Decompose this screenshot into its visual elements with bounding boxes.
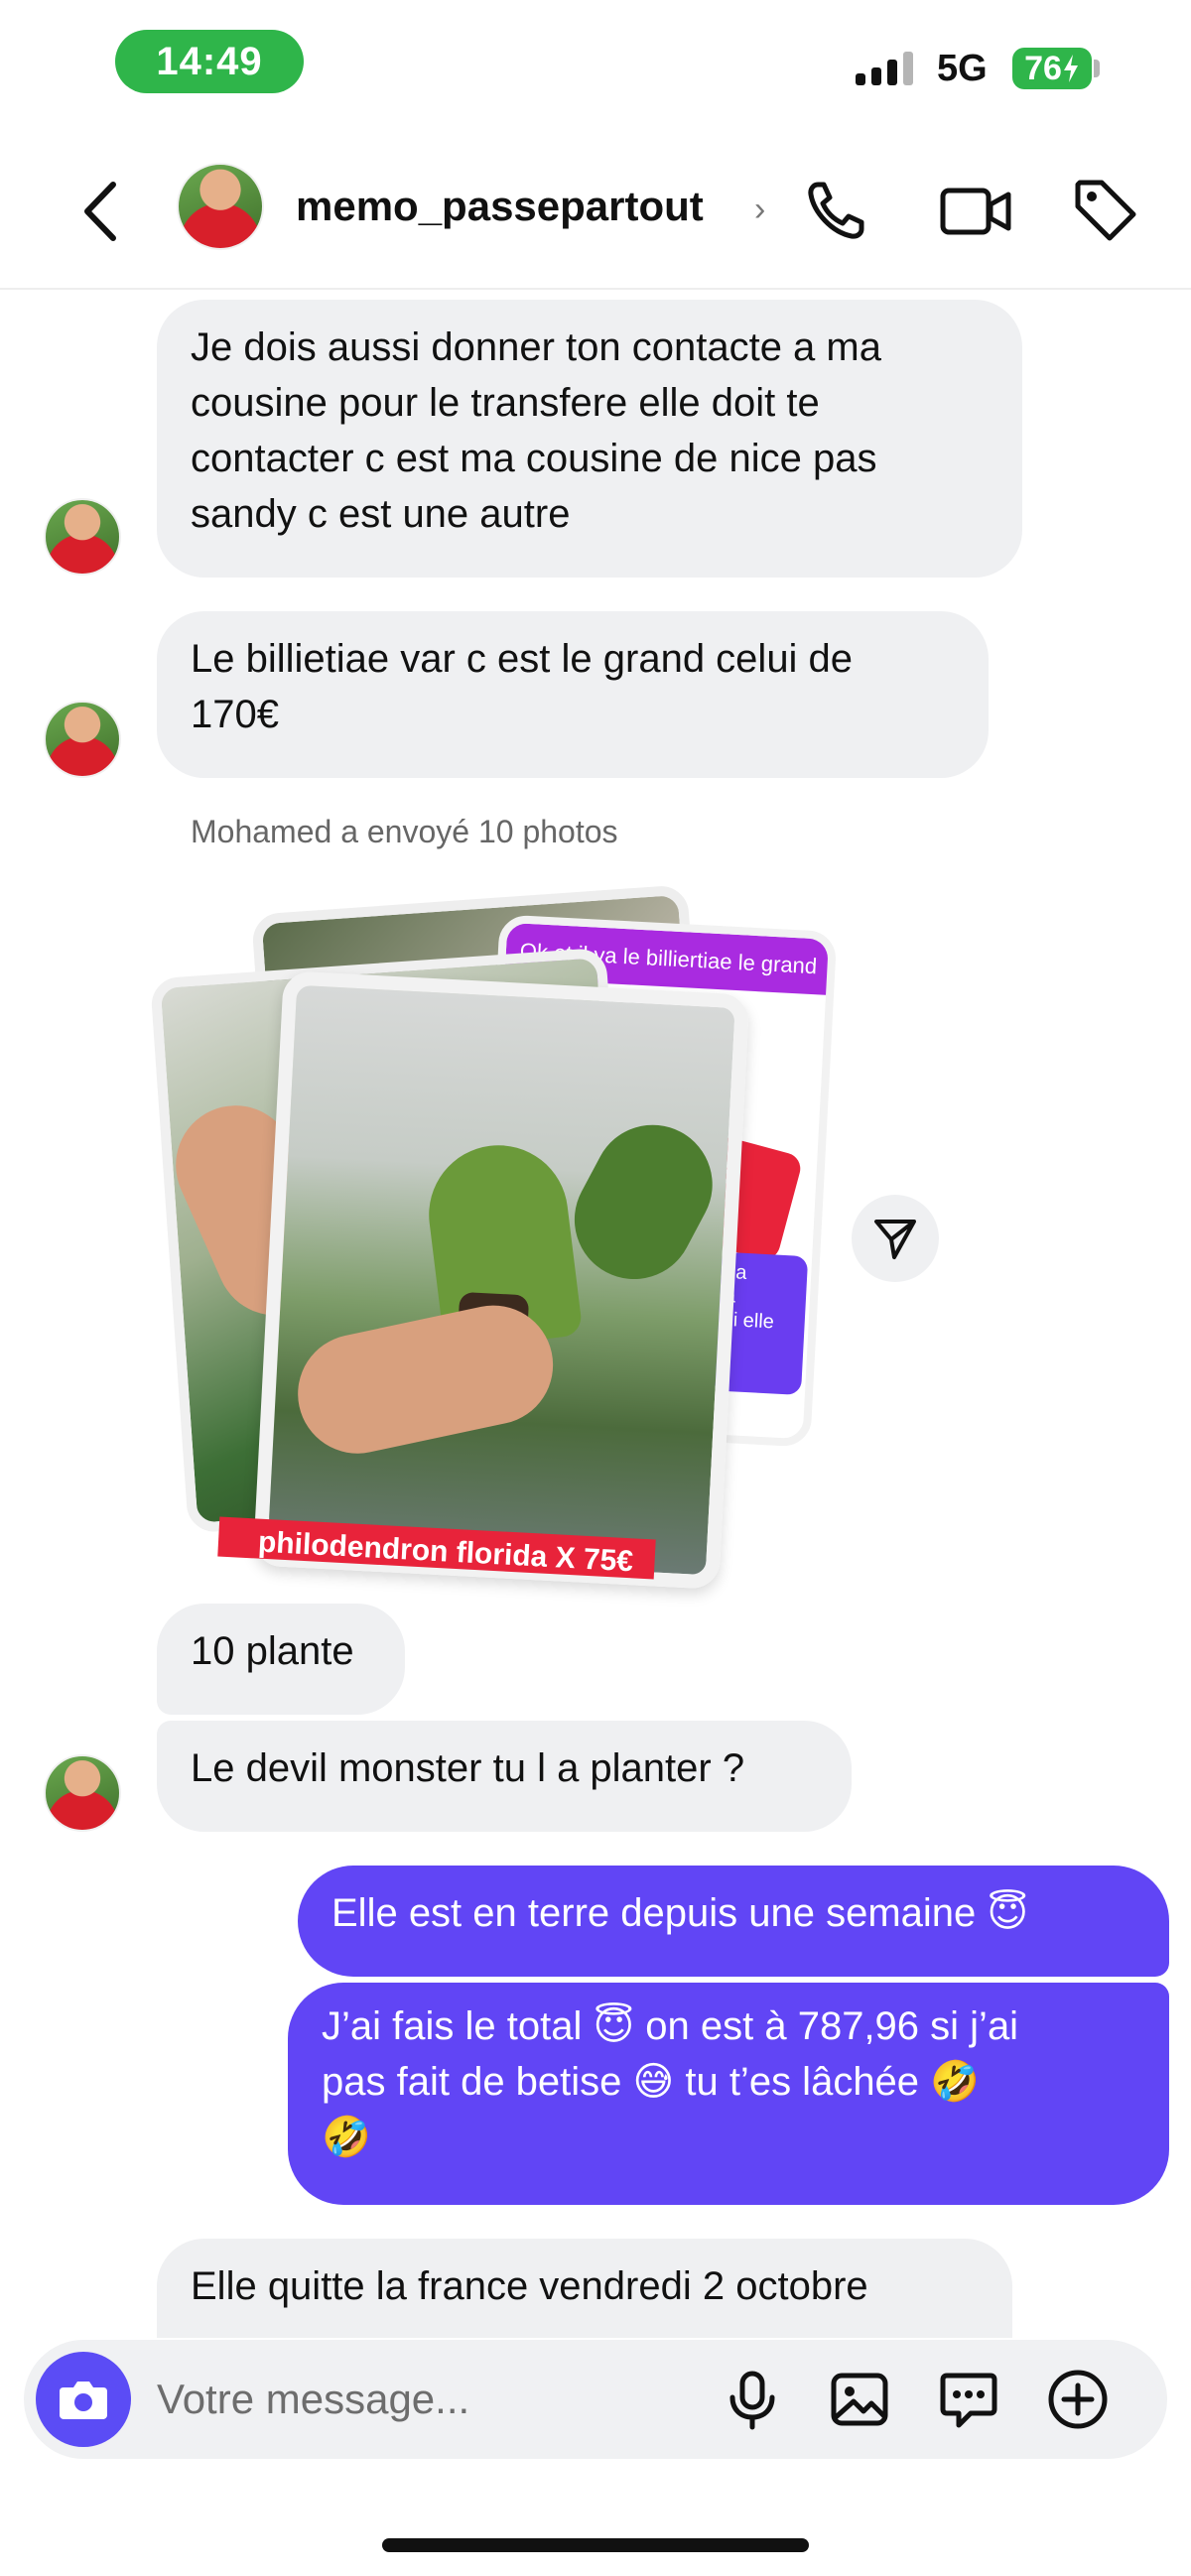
back-icon[interactable] [71,179,131,244]
network-type: 5G [937,48,988,89]
contact-avatar[interactable] [177,163,264,250]
message-bubble[interactable]: Le devil monster tu l a planter ? [157,1721,852,1832]
message-input[interactable]: Votre message... [157,2376,469,2423]
send-icon [874,1220,916,1259]
photos-sent-note: Mohamed a envoyé 10 photos [191,814,618,849]
message-composer: Votre message... [24,2340,1167,2459]
message-bubble[interactable]: 10 plante [157,1604,405,1715]
photo-stack[interactable]: Ok et il ya le billiertiae le grand e sa… [150,873,838,1590]
camera-icon [60,2382,107,2419]
plus-icon[interactable] [1046,2368,1110,2431]
sticker-icon[interactable] [937,2368,1000,2431]
message-bubble-outgoing[interactable]: J’ai fais le total 😇 on est à 787,96 si … [288,1983,1169,2205]
message-bubble[interactable]: Elle quitte la france vendredi 2 octobre [157,2239,1012,2338]
charging-icon [1063,55,1078,82]
microphone-icon[interactable] [721,2368,784,2431]
sender-avatar [44,701,121,778]
contact-username[interactable]: memo_passepartout [296,183,704,230]
video-icon[interactable] [937,175,1016,246]
home-indicator [382,2538,809,2552]
photo-card-front[interactable] [252,970,750,1590]
sender-avatar [44,498,121,576]
battery-indicator: 76 [1012,48,1092,89]
message-bubble-outgoing[interactable]: Elle est en terre depuis une semaine 😇 [298,1866,1169,1977]
sender-avatar [44,1754,121,1832]
signal-icon [856,50,913,85]
status-bar: 14:49 5G 76 [0,0,1191,129]
battery-cap [1094,60,1100,77]
camera-button[interactable] [36,2352,131,2447]
battery-level: 76 [1024,49,1062,87]
message-bubble[interactable]: Je dois aussi donner ton contacte a ma c… [157,300,1022,578]
gallery-icon[interactable] [828,2368,891,2431]
chevron-right-icon[interactable]: › [754,191,765,229]
status-time: 14:49 [115,30,304,93]
share-button[interactable] [852,1195,939,1282]
phone-icon[interactable] [802,175,873,246]
tag-icon[interactable] [1070,175,1141,246]
message-bubble[interactable]: Le billietiae var c est le grand celui d… [157,611,989,778]
